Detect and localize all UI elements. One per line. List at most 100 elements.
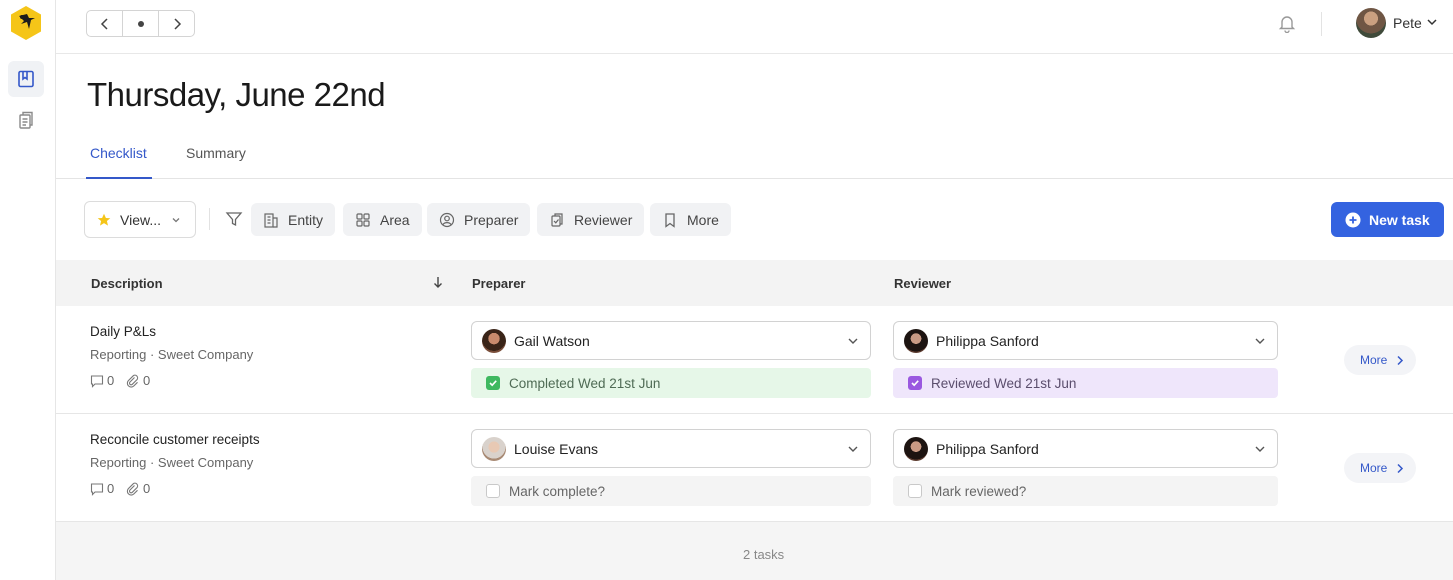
comment-icon xyxy=(90,482,104,496)
task-subtitle: Reporting · Sweet Company xyxy=(90,347,254,362)
task-count: 2 tasks xyxy=(743,547,785,562)
clipboard-check-icon xyxy=(551,212,563,227)
table-row[interactable]: Reconcile customer receipts Reporting · … xyxy=(56,414,1453,522)
app: Pete Thursday, June 22nd Checklist Summa… xyxy=(0,0,1453,580)
tab-bar: Checklist Summary xyxy=(56,130,1453,179)
page-title: Thursday, June 22nd xyxy=(87,76,386,113)
reviewer-status[interactable]: Mark reviewed? xyxy=(893,476,1278,506)
filter-entity-label: Entity xyxy=(288,211,324,228)
filter-preparer[interactable]: Preparer xyxy=(427,203,531,236)
preparer-status-label: Mark complete? xyxy=(509,483,606,499)
row-more-label: More xyxy=(1360,461,1388,475)
filter-reviewer[interactable]: Reviewer xyxy=(537,203,645,236)
checkbox-unchecked[interactable] xyxy=(486,484,500,498)
attachment-count-value: 0 xyxy=(143,373,151,388)
notifications-button[interactable] xyxy=(1277,13,1297,34)
active-tab-indicator xyxy=(86,177,152,179)
comment-count[interactable]: 0 xyxy=(90,481,114,496)
app-logo[interactable] xyxy=(9,5,43,41)
attachment-count-value: 0 xyxy=(143,481,151,496)
chevron-left-icon xyxy=(100,17,108,30)
next-day-button[interactable] xyxy=(158,11,194,36)
reviewer-avatar xyxy=(904,328,928,353)
tab-checklist[interactable]: Checklist xyxy=(90,145,147,161)
building-icon xyxy=(264,212,278,228)
row-more-label: More xyxy=(1360,353,1388,367)
filter-reviewer-label: Reviewer xyxy=(574,211,633,228)
task-subtitle: Reporting · Sweet Company xyxy=(90,455,254,470)
bookmark-icon xyxy=(665,212,675,228)
today-button[interactable] xyxy=(122,11,158,36)
tab-summary[interactable]: Summary xyxy=(186,145,246,161)
chevron-right-icon xyxy=(173,17,181,30)
filter-area[interactable]: Area xyxy=(343,203,422,236)
paperclip-icon xyxy=(126,374,139,388)
chevron-down-icon xyxy=(172,217,180,222)
user-circle-icon xyxy=(439,212,455,227)
filter-icon[interactable] xyxy=(225,210,243,228)
sidebar-documents-button[interactable] xyxy=(8,102,44,138)
paperclip-icon xyxy=(126,482,139,496)
filter-entity[interactable]: Entity xyxy=(251,203,336,236)
star-icon xyxy=(97,213,111,226)
preparer-status[interactable]: Completed Wed 21st Jun xyxy=(471,368,871,398)
reviewer-select[interactable]: Philippa Sanford xyxy=(893,321,1278,360)
preparer-name: Gail Watson xyxy=(514,332,590,349)
preparer-status-label: Completed Wed 21st Jun xyxy=(509,375,661,391)
row-more-button[interactable]: More xyxy=(1344,453,1416,483)
comment-count-value: 0 xyxy=(107,373,115,388)
documents-icon xyxy=(19,111,33,129)
saved-view-label: View... xyxy=(120,211,161,228)
saved-view-dropdown[interactable]: View... xyxy=(84,201,196,238)
chevron-down-icon xyxy=(848,446,858,452)
comment-count-value: 0 xyxy=(107,481,115,496)
row-more-button[interactable]: More xyxy=(1344,345,1416,375)
toolbar-divider xyxy=(209,208,210,230)
reviewer-select[interactable]: Philippa Sanford xyxy=(893,429,1278,468)
divider xyxy=(1321,12,1322,36)
table-header: Description Preparer Reviewer xyxy=(56,260,1453,306)
new-task-button[interactable]: New task xyxy=(1331,202,1444,237)
reviewer-avatar xyxy=(904,436,928,461)
reviewer-name: Philippa Sanford xyxy=(936,440,1039,457)
filter-more[interactable]: More xyxy=(650,203,731,236)
preparer-status[interactable]: Mark complete? xyxy=(471,476,871,506)
plus-circle-icon xyxy=(1345,212,1361,227)
attachment-count[interactable]: 0 xyxy=(126,481,150,496)
column-preparer[interactable]: Preparer xyxy=(472,276,525,291)
sort-descending-icon[interactable] xyxy=(432,276,444,289)
chevron-down-icon xyxy=(1255,338,1265,344)
task-title[interactable]: Daily P&Ls xyxy=(90,324,156,339)
checkbox-checked[interactable] xyxy=(908,376,922,390)
grid-icon xyxy=(356,212,370,227)
bell-icon xyxy=(1278,16,1296,34)
preparer-select[interactable]: Gail Watson xyxy=(471,321,871,360)
sidebar-checklist-button[interactable] xyxy=(8,61,44,97)
filter-area-label: Area xyxy=(380,211,410,228)
filter-more-label: More xyxy=(687,211,719,228)
table-footer: 2 tasks xyxy=(56,522,1453,580)
reviewer-status-label: Mark reviewed? xyxy=(931,483,1027,499)
comment-count[interactable]: 0 xyxy=(90,373,114,388)
task-title[interactable]: Reconcile customer receipts xyxy=(90,432,260,447)
preparer-select[interactable]: Louise Evans xyxy=(471,429,871,468)
column-reviewer[interactable]: Reviewer xyxy=(894,276,951,291)
attachment-count[interactable]: 0 xyxy=(126,373,150,388)
column-description[interactable]: Description xyxy=(91,276,163,291)
chevron-down-icon xyxy=(848,338,858,344)
reviewer-status[interactable]: Reviewed Wed 21st Jun xyxy=(893,368,1278,398)
preparer-name: Louise Evans xyxy=(514,440,599,457)
previous-day-button[interactable] xyxy=(87,11,122,36)
chevron-down-icon xyxy=(1255,446,1265,452)
chevron-down-icon[interactable] xyxy=(1426,16,1438,28)
table-row[interactable]: Daily P&Ls Reporting · Sweet Company 0 0… xyxy=(56,306,1453,414)
checkbox-checked[interactable] xyxy=(486,376,500,390)
dot-icon xyxy=(137,20,144,27)
date-navigation xyxy=(86,10,195,37)
reviewer-status-label: Reviewed Wed 21st Jun xyxy=(931,375,1077,391)
user-name[interactable]: Pete xyxy=(1393,15,1422,31)
sidebar xyxy=(0,0,56,580)
user-avatar[interactable] xyxy=(1356,8,1386,38)
checkbox-unchecked[interactable] xyxy=(908,484,922,498)
chevron-right-icon xyxy=(1397,355,1404,365)
